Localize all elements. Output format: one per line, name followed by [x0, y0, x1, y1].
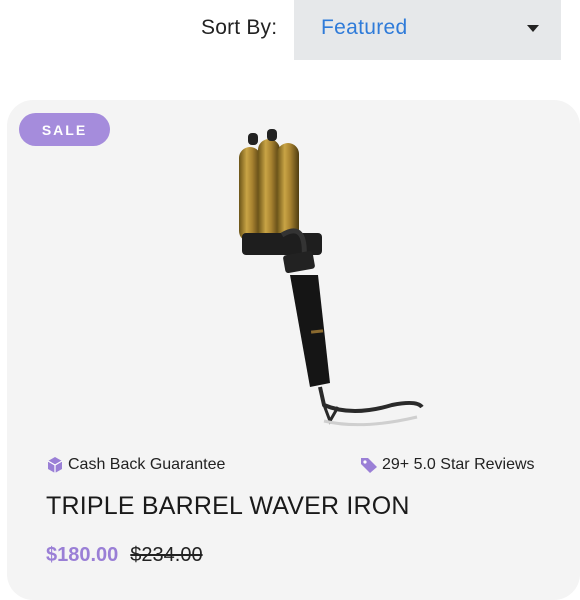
- caret-down-icon: [527, 25, 539, 32]
- package-box-icon: [47, 457, 63, 473]
- product-title[interactable]: TRIPLE BARREL WAVER IRON: [46, 492, 410, 521]
- product-card[interactable]: SALE Cash Back Guarantee 29+ 5.0 Star Re…: [7, 100, 580, 600]
- sort-by-label: Sort By:: [201, 16, 278, 39]
- price-row: $180.00 $234.00: [46, 544, 203, 567]
- sale-price: $180.00: [46, 544, 119, 566]
- price-tag-icon: [361, 458, 377, 473]
- reviews-feature[interactable]: 29+ 5.0 Star Reviews: [360, 456, 535, 474]
- cash-back-label: Cash Back Guarantee: [68, 456, 226, 473]
- reviews-label: 29+ 5.0 Star Reviews: [382, 456, 535, 473]
- sale-badge: SALE: [19, 113, 110, 146]
- sort-bar: Sort By: Featured: [0, 0, 580, 60]
- regular-price: $234.00: [130, 544, 203, 566]
- sort-dropdown[interactable]: Featured: [294, 0, 561, 60]
- sort-dropdown-value: Featured: [321, 16, 408, 39]
- cash-back-feature: Cash Back Guarantee: [46, 456, 225, 474]
- product-image[interactable]: [212, 125, 432, 435]
